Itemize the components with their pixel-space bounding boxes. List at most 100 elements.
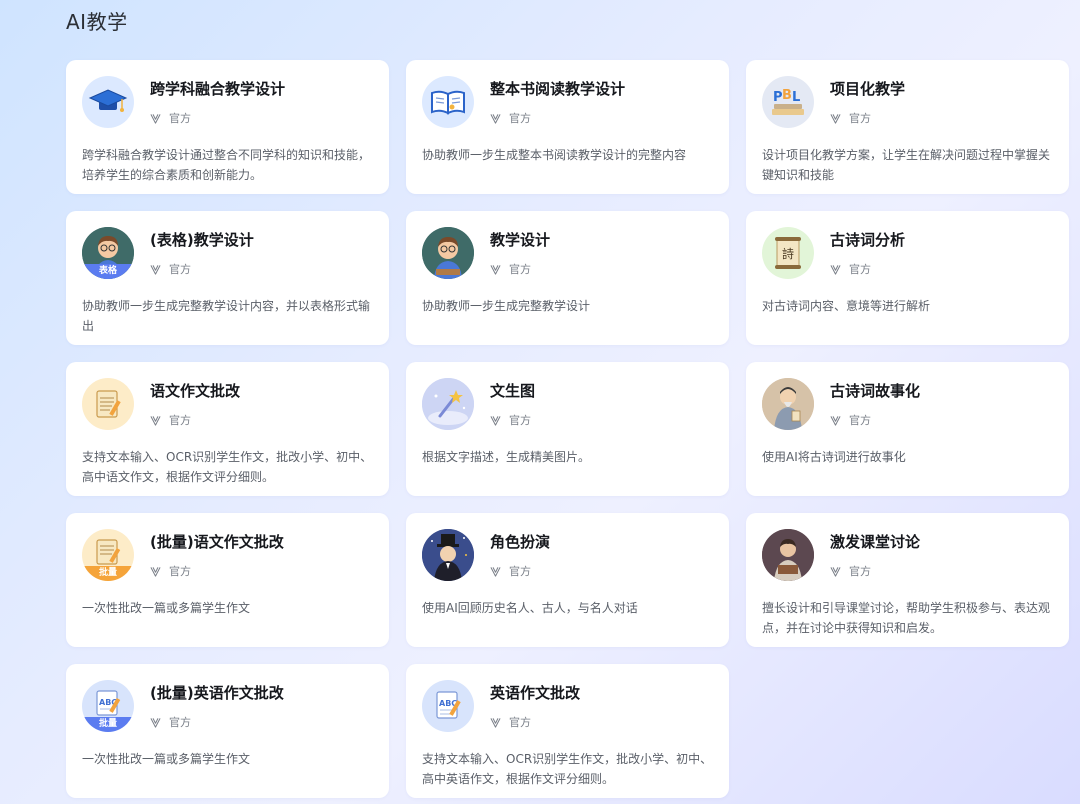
official-badge: 官方 — [490, 110, 625, 126]
assistant-card-english-essay-grading[interactable]: ABC 英语作文批改 官方 支持文本输入、OCR识别学生作文，批改小学、初中、高… — [406, 664, 729, 798]
svg-text:L: L — [792, 90, 800, 105]
assistant-card-classroom-discussion[interactable]: 激发课堂讨论 官方 擅长设计和引导课堂讨论，帮助学生积极参与、表达观点，并在讨论… — [746, 513, 1069, 647]
assistant-card-poem-analysis[interactable]: 詩 古诗词分析 官方 对古诗词内容、意境等进行解析 — [746, 211, 1069, 345]
official-label: 官方 — [509, 565, 531, 578]
verified-v-icon — [830, 566, 841, 577]
official-badge: 官方 — [150, 110, 285, 126]
official-badge: 官方 — [490, 714, 580, 730]
assistant-card-text-to-image[interactable]: 文生图 官方 根据文字描述，生成精美图片。 — [406, 362, 729, 496]
card-description: 支持文本输入、OCR识别学生作文，批改小学、初中、高中语文作文，根据作文评分细则… — [82, 450, 373, 484]
assistant-grid: 跨学科融合教学设计 官方 跨学科融合教学设计通过整合不同学科的知识和技能，培养学… — [66, 60, 1069, 798]
card-title: 古诗词故事化 — [830, 382, 921, 400]
card-title: 语文作文批改 — [150, 382, 241, 400]
card-title: 激发课堂讨论 — [830, 533, 921, 551]
verified-v-icon — [150, 264, 161, 275]
card-description: 使用AI将古诗词进行故事化 — [762, 450, 906, 464]
assistant-card-role-play[interactable]: 角色扮演 官方 使用AI回顾历史名人、古人，与名人对话 — [406, 513, 729, 647]
card-title: (批量)英语作文批改 — [150, 684, 284, 702]
official-label: 官方 — [169, 414, 191, 427]
svg-text:B: B — [782, 88, 792, 103]
card-description: 协助教师一步生成完整教学设计内容，并以表格形式输出 — [82, 299, 371, 333]
card-description: 支持文本输入、OCR识别学生作文，批改小学、初中、高中英语作文，根据作文评分细则… — [422, 752, 713, 786]
official-label: 官方 — [169, 716, 191, 729]
magic-wand-icon — [422, 378, 474, 430]
assistant-card-batch-english-essay-grading[interactable]: ABC 批量 (批量)英语作文批改 官方 一次性批改一篇或多篇学生作文 — [66, 664, 389, 798]
verified-v-icon — [490, 566, 501, 577]
verified-v-icon — [490, 717, 501, 728]
verified-v-icon — [830, 415, 841, 426]
card-title: (表格)教学设计 — [150, 231, 254, 249]
reading-student-icon — [762, 529, 814, 581]
official-label: 官方 — [169, 112, 191, 125]
official-label: 官方 — [169, 263, 191, 276]
assistant-card-batch-chinese-essay-grading[interactable]: 批量 (批量)语文作文批改 官方 一次性批改一篇或多篇学生作文 — [66, 513, 389, 647]
page-title: AI教学 — [66, 10, 128, 34]
teacher-avatar-icon — [422, 227, 474, 279]
assistant-card-table-lesson-plan[interactable]: 表格 (表格)教学设计 官方 协助教师一步生成完整教学设计内容，并以表格形式输出 — [66, 211, 389, 345]
card-title: 教学设计 — [490, 231, 551, 249]
official-label: 官方 — [849, 565, 871, 578]
batch-tag: 批量 — [82, 717, 134, 732]
assistant-card-poem-storytelling[interactable]: 古诗词故事化 官方 使用AI将古诗词进行故事化 — [746, 362, 1069, 496]
verified-v-icon — [830, 113, 841, 124]
card-title: 项目化教学 — [830, 80, 906, 98]
top-hat-character-icon — [422, 529, 474, 581]
card-description: 一次性批改一篇或多篇学生作文 — [82, 601, 251, 615]
verified-v-icon — [830, 264, 841, 275]
card-title: 古诗词分析 — [830, 231, 906, 249]
poem-scroll-icon: 詩 — [762, 227, 814, 279]
card-title: 整本书阅读教学设计 — [490, 80, 626, 98]
graduation-cap-icon — [82, 76, 134, 128]
assistant-card-interdisciplinary[interactable]: 跨学科融合教学设计 官方 跨学科融合教学设计通过整合不同学科的知识和技能，培养学… — [66, 60, 389, 194]
official-label: 官方 — [849, 112, 871, 125]
assistant-card-project-based[interactable]: P B L 项目化教学 官方 设计项目化教学方案，让学生在解决问题过程中掌握关键… — [746, 60, 1069, 194]
official-badge: 官方 — [490, 412, 535, 428]
card-description: 根据文字描述，生成精美图片。 — [422, 450, 591, 464]
card-description: 使用AI回顾历史名人、古人，与名人对话 — [422, 601, 638, 615]
official-badge: 官方 — [830, 412, 920, 428]
pbl-books-icon: P B L — [762, 76, 814, 128]
official-badge: 官方 — [830, 110, 905, 126]
official-badge: 官方 — [830, 563, 920, 579]
abc-notepad-icon: ABC — [422, 680, 474, 732]
verified-v-icon — [490, 113, 501, 124]
card-title: 角色扮演 — [490, 533, 551, 551]
official-badge: 官方 — [490, 261, 550, 277]
verified-v-icon — [150, 566, 161, 577]
card-title: 英语作文批改 — [490, 684, 581, 702]
teacher-avatar-icon: 表格 — [82, 227, 134, 279]
card-description: 对古诗词内容、意境等进行解析 — [762, 299, 931, 313]
card-description: 擅长设计和引导课堂讨论，帮助学生积极参与、表达观点，并在讨论中获得知识和启发。 — [762, 601, 1051, 635]
verified-v-icon — [490, 264, 501, 275]
official-badge: 官方 — [830, 261, 905, 277]
card-description: 一次性批改一篇或多篇学生作文 — [82, 752, 251, 766]
abc-notepad-icon: ABC 批量 — [82, 680, 134, 732]
card-title: (批量)语文作文批改 — [150, 533, 284, 551]
card-description: 跨学科融合教学设计通过整合不同学科的知识和技能，培养学生的综合素质和创新能力。 — [82, 148, 371, 182]
card-description: 协助教师一步生成整本书阅读教学设计的完整内容 — [422, 148, 687, 162]
official-label: 官方 — [509, 716, 531, 729]
batch-tag: 批量 — [82, 566, 134, 581]
assistant-card-lesson-plan[interactable]: 教学设计 官方 协助教师一步生成完整教学设计 — [406, 211, 729, 345]
official-badge: 官方 — [150, 714, 284, 730]
card-title: 文生图 — [490, 382, 536, 400]
official-badge: 官方 — [490, 563, 550, 579]
assistant-card-chinese-essay-grading[interactable]: 语文作文批改 官方 支持文本输入、OCR识别学生作文，批改小学、初中、高中语文作… — [66, 362, 389, 496]
card-description: 设计项目化教学方案，让学生在解决问题过程中掌握关键知识和技能 — [762, 148, 1051, 182]
card-title: 跨学科融合教学设计 — [150, 80, 286, 98]
official-label: 官方 — [849, 414, 871, 427]
ancient-scholar-icon — [762, 378, 814, 430]
official-label: 官方 — [169, 565, 191, 578]
official-label: 官方 — [509, 414, 531, 427]
card-description: 协助教师一步生成完整教学设计 — [422, 299, 591, 313]
table-tag: 表格 — [82, 264, 134, 279]
assistant-card-whole-book-reading[interactable]: 整本书阅读教学设计 官方 协助教师一步生成整本书阅读教学设计的完整内容 — [406, 60, 729, 194]
verified-v-icon — [150, 113, 161, 124]
notepad-pencil-icon: 批量 — [82, 529, 134, 581]
official-badge: 官方 — [150, 261, 254, 277]
official-badge: 官方 — [150, 412, 240, 428]
open-book-icon — [422, 76, 474, 128]
official-label: 官方 — [509, 112, 531, 125]
svg-text:詩: 詩 — [782, 247, 794, 261]
verified-v-icon — [150, 415, 161, 426]
